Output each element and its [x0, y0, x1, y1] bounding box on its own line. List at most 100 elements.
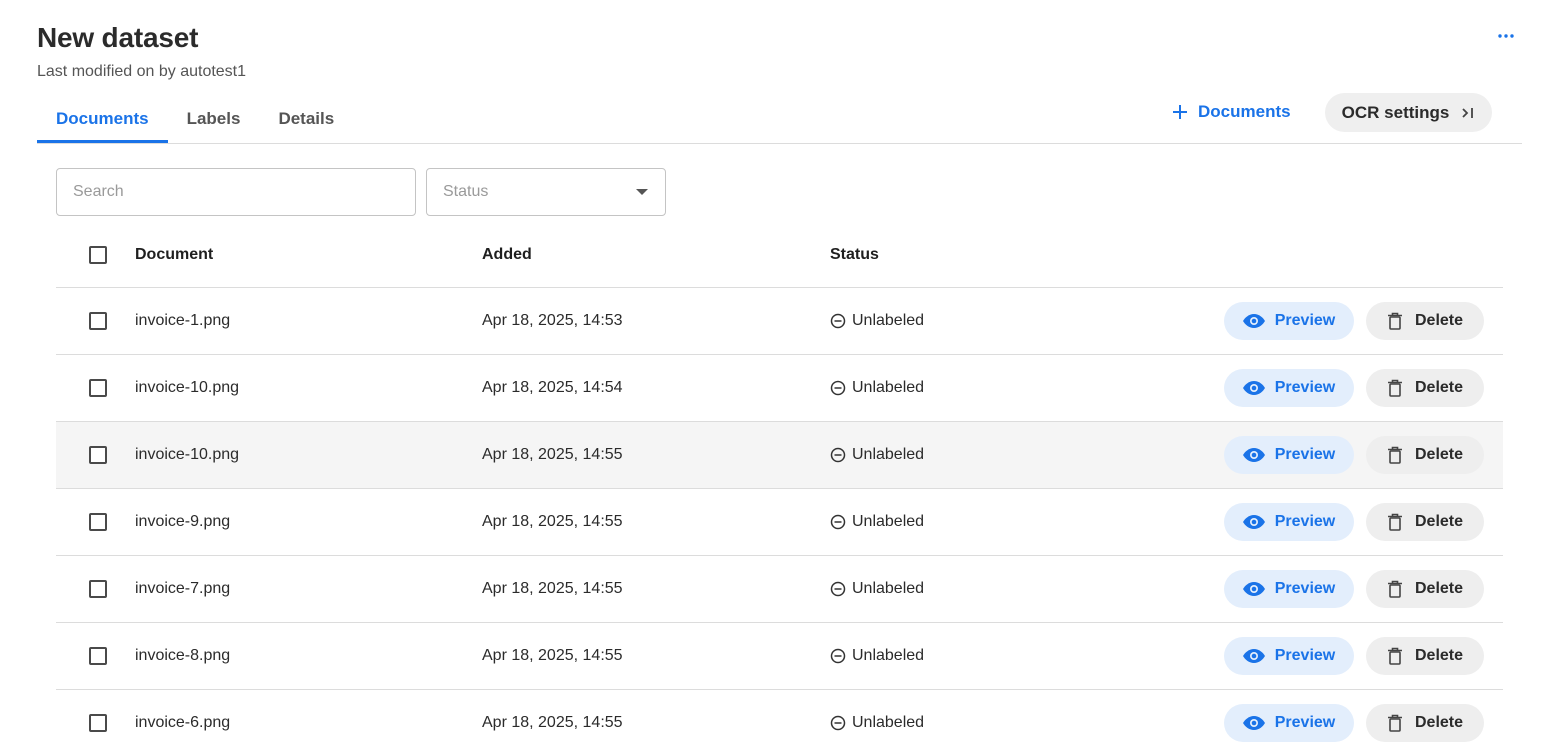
document-name: invoice-8.png — [135, 647, 231, 664]
caret-down-icon — [635, 188, 649, 196]
status-text: Unlabeled — [852, 647, 925, 664]
row-checkbox[interactable] — [89, 647, 107, 665]
delete-button[interactable]: Delete — [1366, 704, 1484, 742]
table-row[interactable]: invoice-7.png Apr 18, 2025, 14:55 Unlabele… — [56, 556, 1503, 623]
status-filter-select[interactable]: Status — [426, 168, 666, 216]
status-cell: Unlabeled — [830, 580, 924, 598]
table-body: invoice-1.png Apr 18, 2025, 14:53 Unlabele… — [56, 288, 1503, 753]
add-documents-label: Documents — [1198, 102, 1291, 121]
preview-button[interactable]: Preview — [1224, 436, 1354, 474]
eye-icon — [1242, 314, 1265, 328]
row-checkbox[interactable] — [89, 714, 107, 732]
minus-circle-icon — [830, 447, 846, 463]
table-row[interactable]: invoice-10.png Apr 18, 2025, 14:55 Unlabel… — [56, 422, 1503, 489]
status-text: Unlabeled — [852, 513, 925, 530]
table-row[interactable]: invoice-1.png Apr 18, 2025, 14:53 Unlabele… — [56, 288, 1503, 355]
delete-button[interactable]: Delete — [1366, 503, 1484, 541]
delete-label: Delete — [1414, 714, 1464, 731]
minus-circle-icon — [830, 514, 846, 530]
added-date: Apr 18, 2025, 14:55 — [482, 714, 623, 731]
added-date: Apr 18, 2025, 14:55 — [482, 513, 623, 530]
delete-button[interactable]: Delete — [1366, 302, 1484, 340]
last-modified-text: Last modified on by autotest1 — [37, 63, 247, 80]
preview-button[interactable]: Preview — [1224, 302, 1354, 340]
more-horizontal-icon — [1498, 34, 1514, 38]
delete-label: Delete — [1414, 580, 1464, 597]
table-row[interactable]: invoice-8.png Apr 18, 2025, 14:55 Unlabele… — [56, 623, 1503, 690]
trash-icon — [1387, 379, 1403, 397]
document-name: invoice-9.png — [135, 513, 231, 530]
plus-icon — [1172, 104, 1188, 120]
preview-label: Preview — [1274, 580, 1336, 597]
page-title: New dataset — [37, 22, 199, 53]
tab-details[interactable]: Details — [259, 95, 353, 143]
eye-icon — [1242, 649, 1265, 663]
eye-icon — [1242, 582, 1265, 596]
row-checkbox[interactable] — [89, 580, 107, 598]
table-row[interactable]: invoice-10.png Apr 18, 2025, 14:54 Unlabel… — [56, 355, 1503, 422]
added-date: Apr 18, 2025, 14:55 — [482, 647, 623, 664]
column-header-added[interactable]: Added — [482, 246, 532, 264]
added-date: Apr 18, 2025, 14:55 — [482, 446, 623, 463]
tab-labels[interactable]: Labels — [168, 95, 260, 143]
preview-label: Preview — [1274, 446, 1336, 463]
document-name: invoice-7.png — [135, 580, 231, 597]
row-checkbox[interactable] — [89, 312, 107, 330]
preview-label: Preview — [1274, 379, 1336, 396]
delete-button[interactable]: Delete — [1366, 369, 1484, 407]
ocr-settings-button[interactable]: OCR settings — [1325, 93, 1492, 132]
trash-icon — [1387, 446, 1403, 464]
delete-button[interactable]: Delete — [1366, 570, 1484, 608]
minus-circle-icon — [830, 581, 846, 597]
tab-divider — [37, 143, 1522, 144]
delete-label: Delete — [1414, 513, 1464, 530]
tab-documents[interactable]: Documents — [37, 95, 168, 143]
status-cell: Unlabeled — [830, 379, 924, 397]
status-cell: Unlabeled — [830, 312, 924, 330]
row-checkbox[interactable] — [89, 513, 107, 531]
added-date: Apr 18, 2025, 14:54 — [482, 379, 623, 396]
status-text: Unlabeled — [852, 714, 925, 731]
status-filter-placeholder: Status — [443, 183, 489, 200]
status-cell: Unlabeled — [830, 714, 924, 732]
status-cell: Unlabeled — [830, 513, 924, 531]
preview-button[interactable]: Preview — [1224, 637, 1354, 675]
preview-label: Preview — [1274, 647, 1336, 664]
column-header-document[interactable]: Document — [135, 246, 213, 264]
added-date: Apr 18, 2025, 14:53 — [482, 312, 623, 329]
status-text: Unlabeled — [852, 580, 925, 597]
trash-icon — [1387, 312, 1403, 330]
eye-icon — [1242, 515, 1265, 529]
more-options-button[interactable] — [1492, 24, 1520, 48]
trash-icon — [1387, 513, 1403, 531]
delete-button[interactable]: Delete — [1366, 436, 1484, 474]
minus-circle-icon — [830, 648, 846, 664]
table-row[interactable]: invoice-9.png Apr 18, 2025, 14:55 Unlabele… — [56, 489, 1503, 556]
status-text: Unlabeled — [852, 446, 925, 463]
preview-button[interactable]: Preview — [1224, 704, 1354, 742]
preview-button[interactable]: Preview — [1224, 503, 1354, 541]
status-text: Unlabeled — [852, 312, 925, 329]
added-date: Apr 18, 2025, 14:55 — [482, 580, 623, 597]
document-name: invoice-10.png — [135, 446, 240, 463]
minus-circle-icon — [830, 715, 846, 731]
status-text: Unlabeled — [852, 379, 925, 396]
document-name: invoice-1.png — [135, 312, 231, 329]
preview-label: Preview — [1274, 513, 1336, 530]
preview-button[interactable]: Preview — [1224, 570, 1354, 608]
column-header-status[interactable]: Status — [830, 246, 879, 264]
trash-icon — [1387, 714, 1403, 732]
add-documents-button[interactable]: Documents — [1172, 96, 1291, 128]
row-checkbox[interactable] — [89, 446, 107, 464]
search-input[interactable] — [56, 168, 416, 216]
select-all-checkbox[interactable] — [89, 245, 107, 264]
table-row[interactable]: invoice-6.png Apr 18, 2025, 14:55 Unlabele… — [56, 690, 1503, 753]
delete-label: Delete — [1414, 446, 1464, 463]
preview-label: Preview — [1274, 312, 1336, 329]
delete-button[interactable]: Delete — [1366, 637, 1484, 675]
chevron-right-bar-icon — [1461, 106, 1475, 120]
row-checkbox[interactable] — [89, 379, 107, 397]
tab-bar: Documents Labels Details — [37, 95, 353, 143]
preview-button[interactable]: Preview — [1224, 369, 1354, 407]
status-cell: Unlabeled — [830, 446, 924, 464]
